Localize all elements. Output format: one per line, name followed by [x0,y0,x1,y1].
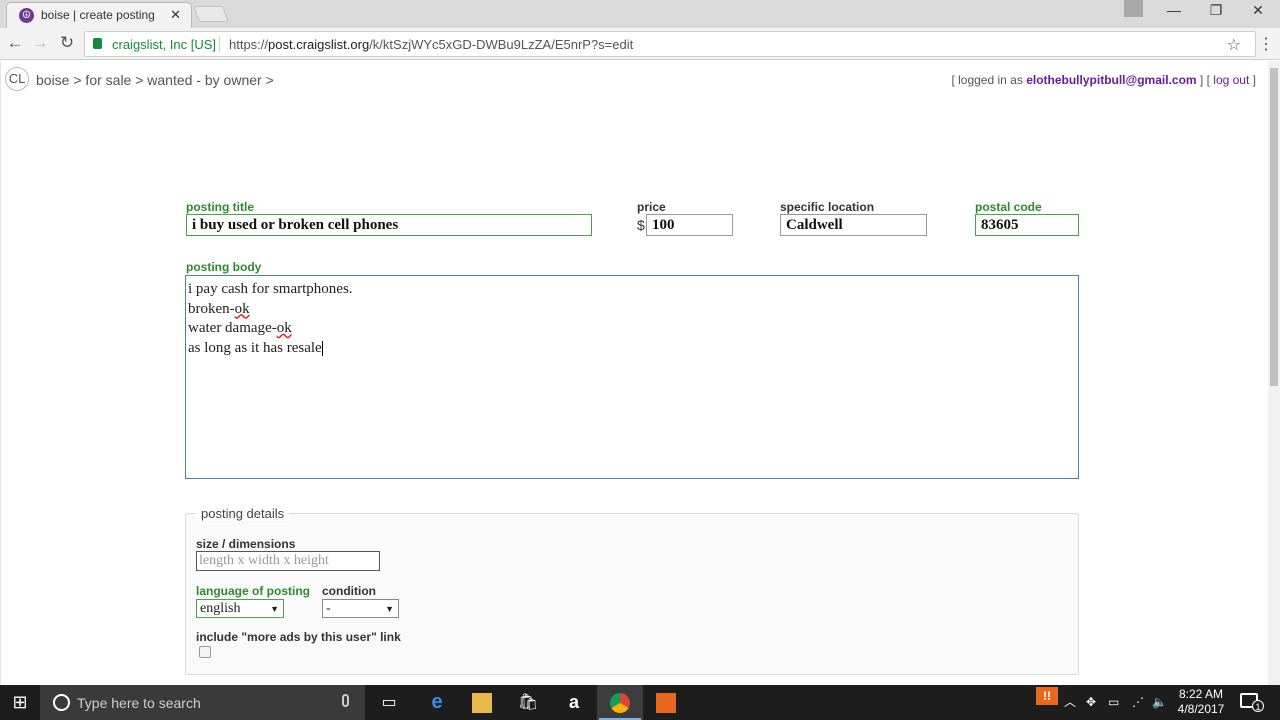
tray-alert-icon[interactable]: !! [1036,687,1058,705]
clock-time: 8:22 AM [1178,687,1224,701]
browser-toolbar: ← → ↻ craigslist, Inc [US] https://post.… [0,28,1280,60]
tab-strip: ☮ boise | create posting ✕ — ❐ ✕ [0,0,1280,28]
condition-select[interactable]: - ▼ [322,599,399,618]
file-explorer-icon[interactable] [459,685,505,720]
size-input[interactable]: length x width x height [196,551,380,571]
menu-icon[interactable]: ⋮ [1258,34,1274,54]
postal-code-label: postal code [975,200,1042,214]
tab-create-posting[interactable]: ☮ boise | create posting ✕ [6,2,192,28]
divider [219,36,220,52]
windows-start-icon[interactable]: ⊞ [0,685,40,720]
posting-body-label: posting body [186,260,262,274]
posting-details-legend: posting details [196,506,290,521]
dropbox-icon[interactable]: ✥ [1086,685,1096,720]
taskbar-search[interactable]: Type here to search [40,685,365,720]
back-icon[interactable]: ← [3,33,27,53]
currency-symbol: $ [637,217,645,233]
condition-label: condition [322,584,376,598]
volume-icon[interactable]: 🔈 [1152,685,1167,720]
address-bar[interactable]: craigslist, Inc [US] https://post.craigs… [84,31,1256,57]
close-window-icon[interactable]: ✕ [1238,2,1278,19]
close-tab-icon[interactable]: ✕ [170,7,181,23]
dropdown-arrow-icon: ▼ [385,604,394,614]
new-tab-button[interactable] [193,6,229,22]
show-hidden-icons[interactable]: ︿ [1064,685,1076,720]
postal-code-input[interactable]: 83605 [975,214,1079,236]
battery-icon[interactable]: ▭ [1108,685,1119,720]
cortana-icon [53,694,70,711]
posting-title-label: posting title [186,200,254,214]
language-select[interactable]: english ▼ [196,599,284,618]
tab-title: boise | create posting [41,8,155,22]
bookmark-star-icon[interactable]: ☆ [1227,35,1241,55]
notification-count: 1 [1252,700,1264,712]
amazon-icon[interactable]: a [551,685,597,720]
price-input[interactable]: 100 [646,214,733,236]
minimize-icon[interactable]: — [1154,2,1194,18]
body-line: as long as it has resale [188,339,323,356]
microphone-icon[interactable] [342,694,349,707]
peace-icon: ☮ [19,8,34,23]
body-line: broken-ok [188,300,250,317]
taskbar: ⊞ Type here to search ▭ e 🛍 a !! ︿ ✥ ▭ ⋰… [0,685,1280,720]
more-ads-label: include "more ads by this user" link [196,630,401,644]
forward-icon[interactable]: → [28,33,52,53]
edge-icon[interactable]: e [414,685,460,720]
dropdown-arrow-icon: ▼ [270,604,279,614]
posting-title-input[interactable]: i buy used or broken cell phones [186,214,592,236]
clock-date: 4/8/2017 [1177,702,1225,716]
location-input[interactable]: Caldwell [780,214,927,236]
lock-icon [93,38,102,49]
login-email: elothebullypitbull@gmail.com [1026,73,1197,87]
posting-details-fieldset [185,513,1079,675]
breadcrumb[interactable]: boise > for sale > wanted - by owner > [36,72,274,88]
profile-icon[interactable] [1124,0,1143,17]
url-text: https://post.craigslist.org/k/ktSzjWYc5x… [229,37,634,52]
posting-body-textarea[interactable]: i pay cash for smartphones. broken-ok wa… [185,275,1079,479]
reload-icon[interactable]: ↻ [55,33,79,53]
craigslist-logo[interactable]: CL [5,67,29,91]
size-label: size / dimensions [196,537,296,551]
task-view-icon[interactable]: ▭ [366,685,412,720]
recorder-icon[interactable] [643,685,689,720]
store-icon[interactable]: 🛍 [505,685,551,720]
more-ads-checkbox[interactable] [199,646,211,658]
text-caret [321,340,323,356]
body-line: i pay cash for smartphones. [188,281,353,297]
logout-link[interactable]: log out [1213,73,1249,87]
scrollbar-thumb[interactable] [1270,68,1278,386]
price-label: price [637,200,666,214]
clock[interactable]: 8:22 AM 4/8/2017 [1168,687,1234,717]
secure-label: craigslist, Inc [US] [112,37,217,52]
wifi-icon[interactable]: ⋰ [1132,685,1144,720]
restore-icon[interactable]: ❐ [1196,2,1236,19]
login-status: [ logged in as elothebullypitbull@gmail.… [951,73,1256,87]
search-placeholder: Type here to search [77,695,201,711]
body-line: water damage-ok [188,320,292,336]
chrome-icon[interactable] [597,685,643,720]
location-label: specific location [780,200,875,214]
language-label: language of posting [196,584,310,598]
